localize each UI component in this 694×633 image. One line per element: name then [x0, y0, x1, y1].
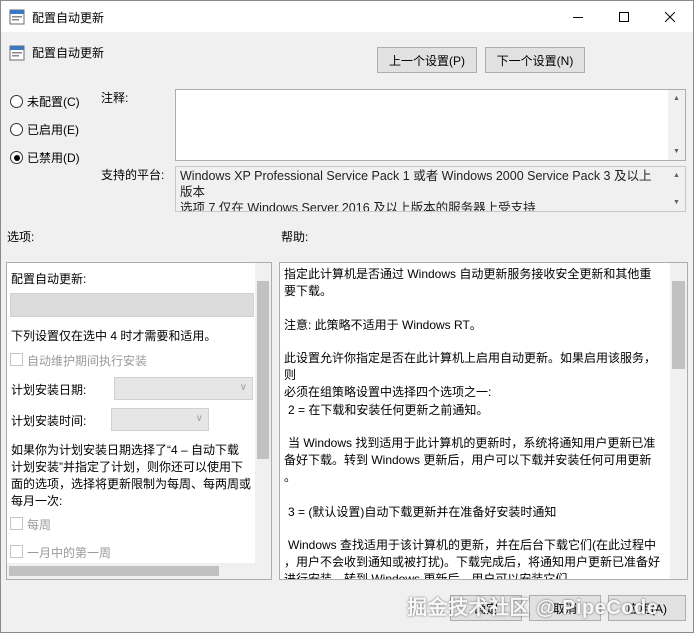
- radio-circle-checked[interactable]: [10, 151, 23, 164]
- help-line: 注意: 此策略不适用于 Windows RT。: [284, 318, 482, 332]
- platform-scrollbar[interactable]: ▲ ▼: [668, 167, 685, 211]
- scroll-down-icon[interactable]: ▼: [668, 143, 685, 160]
- help-line: 此设置允许你指定是否在此计算机上启用自动更新。如果启用该服务，则: [284, 351, 657, 382]
- help-paragraph: 此设置允许你指定是否在此计算机上启用自动更新。如果启用该服务，则 必须在组策略设…: [284, 350, 664, 401]
- schedule-time-dropdown[interactable]: ∨: [111, 408, 209, 431]
- maximize-icon: [619, 11, 629, 22]
- minimize-button[interactable]: [555, 1, 601, 32]
- help-paragraph: 3 = (默认设置)自动下载更新并在准备好安装时通知: [288, 504, 668, 521]
- options-note: 下列设置仅在选中 4 时才需要和适用。: [11, 329, 217, 343]
- minimize-icon: [573, 16, 583, 18]
- schedule-day-label: 计划安装日期:: [11, 383, 87, 397]
- radio-not-configured[interactable]: 未配置(C): [10, 93, 80, 110]
- schedule-info-text: 如果你为计划安装日期选择了“4 – 自动下载 计划安装”并指定了计划，则你还可以…: [11, 442, 251, 510]
- scroll-up-icon[interactable]: ▲: [668, 90, 685, 107]
- scroll-down-icon[interactable]: ▼: [668, 194, 685, 211]
- next-setting-button[interactable]: 下一个设置(N): [485, 47, 585, 73]
- configure-label: 配置自动更新:: [11, 272, 87, 286]
- radio-label: 未配置(C): [27, 95, 80, 109]
- help-paragraph: Windows 查找适用于该计算机的更新，并在后台下载它们(在此过程中 ，用户不…: [284, 537, 668, 579]
- radio-enabled[interactable]: 已启用(E): [10, 121, 79, 138]
- app-icon: [9, 9, 25, 25]
- info-line: 计划安装”并指定了计划，则你还可以使用下: [11, 460, 243, 474]
- chevron-down-icon: ∨: [239, 382, 247, 393]
- previous-setting-button[interactable]: 上一个设置(P): [377, 47, 477, 73]
- options-section-label: 选项:: [7, 230, 35, 244]
- group-policy-dialog: 配置自动更新 配置自动更新 上一个设置(P) 下一个设置(N) 未配置(C) 已…: [0, 0, 694, 633]
- schedule-day-dropdown[interactable]: ∨: [114, 377, 253, 400]
- first-week-checkbox[interactable]: [10, 545, 23, 558]
- comment-textarea[interactable]: ▲ ▼: [175, 89, 686, 161]
- chevron-down-icon: ∨: [195, 413, 203, 424]
- maintenance-label: 自动维护期间执行安装: [27, 354, 148, 368]
- help-scrollbar[interactable]: [670, 263, 687, 579]
- help-line: 3 = (默认设置)自动下载更新并在准备好安装时通知: [288, 505, 557, 519]
- platform-line: Windows XP Professional Service Pack 1 或…: [180, 169, 652, 183]
- options-panel: 配置自动更新: 下列设置仅在选中 4 时才需要和适用。 自动维护期间执行安装 计…: [6, 262, 272, 580]
- info-line: 面的选项，选择将更新限制为每周、每两周或: [11, 477, 252, 491]
- window-title: 配置自动更新: [32, 11, 105, 25]
- close-icon: [665, 11, 675, 22]
- help-line: 当 Windows 找到适用于此计算机的更新时，系统将通知用户更新已准: [288, 436, 656, 450]
- scroll-thumb[interactable]: [257, 281, 269, 459]
- help-section-label: 帮助:: [281, 230, 309, 244]
- hscroll-thumb[interactable]: [9, 566, 219, 576]
- radio-label: 已启用(E): [27, 123, 79, 137]
- comment-scrollbar[interactable]: ▲ ▼: [668, 90, 685, 160]
- info-line: 如果你为计划安装日期选择了“4 – 自动下载: [11, 443, 240, 457]
- help-line: ，用户不会收到通知或被打扰)。下载完成后，将通知用户更新已准备好: [284, 555, 660, 569]
- radio-circle[interactable]: [10, 95, 23, 108]
- help-line: 备好下载。转到 Windows 更新后，用户可以下载并安装任何可用更新: [284, 453, 652, 467]
- help-line: 进行安装。转到 Windows 更新后，用户可以安装它们。: [284, 572, 580, 580]
- help-line: Windows 查找适用于该计算机的更新，并在后台下载它们(在此过程中: [288, 538, 657, 552]
- platform-label: 支持的平台:: [101, 168, 165, 182]
- help-paragraph: 当 Windows 找到适用于此计算机的更新时，系统将通知用户更新已准 备好下载…: [284, 435, 668, 486]
- every-week-label: 每周: [27, 518, 52, 532]
- configure-dropdown[interactable]: [10, 293, 254, 317]
- scroll-up-icon[interactable]: ▲: [668, 167, 685, 184]
- policy-icon: [9, 45, 25, 61]
- radio-label: 已禁用(D): [27, 151, 80, 165]
- watermark: 掘金技术社区 @ PipeCode: [407, 597, 659, 619]
- first-week-label: 一月中的第一周: [27, 546, 112, 560]
- help-line: 2 = 在下载和安装任何更新之前通知。: [288, 403, 489, 417]
- comment-label: 注释:: [101, 91, 129, 105]
- radio-disabled[interactable]: 已禁用(D): [10, 149, 80, 166]
- help-paragraph: 指定此计算机是否通过 Windows 自动更新服务接收安全更新和其他重 要下载。: [284, 266, 664, 300]
- policy-title: 配置自动更新: [32, 46, 105, 60]
- help-paragraph: 2 = 在下载和安装任何更新之前通知。: [288, 402, 668, 419]
- help-line: 必须在组策略设置中选择四个选项之一:: [284, 385, 492, 399]
- help-line: 。: [284, 470, 297, 484]
- platform-text: Windows XP Professional Service Pack 1 或…: [180, 168, 665, 212]
- options-scrollbar[interactable]: [255, 263, 271, 579]
- help-line: 要下载。: [284, 284, 333, 298]
- help-line: 指定此计算机是否通过 Windows 自动更新服务接收安全更新和其他重: [284, 267, 652, 281]
- info-line: 每月一次:: [11, 494, 63, 508]
- maximize-button[interactable]: [601, 1, 647, 32]
- help-paragraph: 注意: 此策略不适用于 Windows RT。: [284, 317, 664, 334]
- schedule-time-label: 计划安装时间:: [11, 414, 87, 428]
- every-week-checkbox[interactable]: [10, 517, 23, 530]
- platform-line: 选项 7 仅在 Windows Server 2016 及以上版本的服务器上受支…: [180, 201, 536, 212]
- platform-textbox[interactable]: Windows XP Professional Service Pack 1 或…: [175, 166, 686, 212]
- platform-line: 版本: [180, 185, 206, 199]
- close-button[interactable]: [647, 1, 693, 32]
- help-panel: 指定此计算机是否通过 Windows 自动更新服务接收安全更新和其他重 要下载。…: [279, 262, 688, 580]
- scroll-thumb[interactable]: [672, 281, 685, 369]
- maintenance-checkbox[interactable]: [10, 353, 23, 366]
- options-hscrollbar[interactable]: [7, 563, 257, 579]
- title-bar[interactable]: 配置自动更新: [1, 1, 693, 32]
- radio-circle[interactable]: [10, 123, 23, 136]
